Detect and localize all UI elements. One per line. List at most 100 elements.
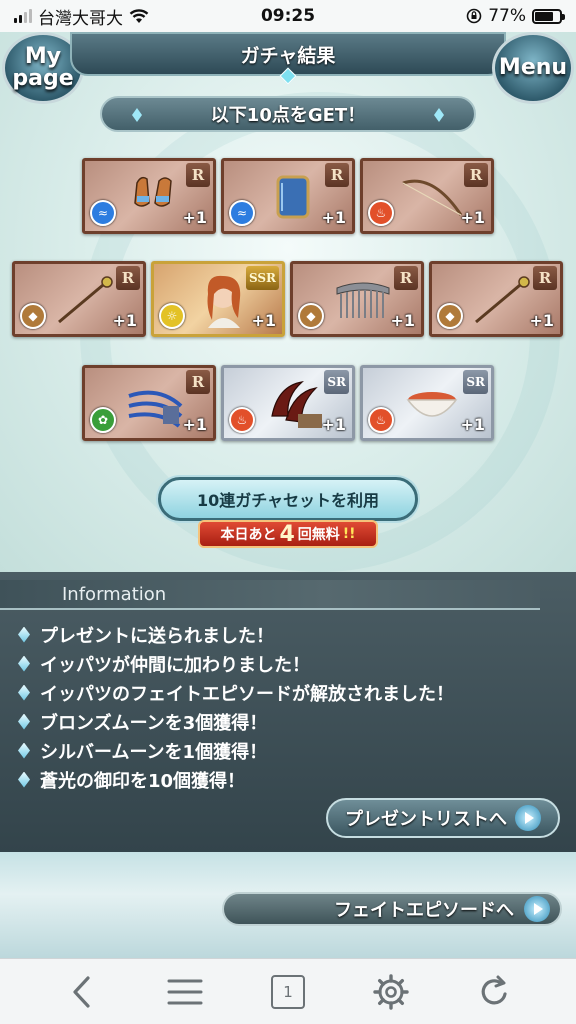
menu-button[interactable]: Menu xyxy=(492,32,574,104)
information-list: プレゼントに送られました！ イッパツが仲間に加わりました！ イッパツのフェイトエ… xyxy=(18,620,454,794)
item-quantity: +1 xyxy=(321,208,346,227)
page-title: ガチャ結果 xyxy=(240,44,336,67)
item-quantity: +1 xyxy=(182,208,207,227)
talons-icon xyxy=(271,381,322,428)
item-card-claw[interactable]: R ✿ +1 xyxy=(82,365,216,441)
bowl-icon xyxy=(406,392,458,417)
carrier-name: 台灣大哥大 xyxy=(38,8,123,29)
wifi-icon xyxy=(129,9,149,23)
arrow-right-icon xyxy=(515,805,541,831)
rarity-badge: R xyxy=(186,163,210,187)
item-quantity: +1 xyxy=(529,311,554,330)
status-bar: 台灣大哥大 09:25 77% xyxy=(0,0,576,32)
item-quantity: +1 xyxy=(460,415,485,434)
rotation-lock-icon xyxy=(466,8,482,24)
gear-icon xyxy=(373,973,409,1010)
free-count: 4 xyxy=(279,521,295,547)
rarity-badge: R xyxy=(186,370,210,394)
gem-icon xyxy=(434,108,444,122)
staff-icon xyxy=(58,276,113,324)
rarity-badge: SR xyxy=(463,370,488,394)
item-quantity: +1 xyxy=(321,415,346,434)
arrow-right-icon xyxy=(524,896,550,922)
back-button[interactable] xyxy=(57,967,107,1017)
bow-icon xyxy=(402,179,463,216)
item-card-bowl[interactable]: SR ♨ +1 xyxy=(360,365,494,441)
menu-list-button[interactable] xyxy=(160,967,210,1017)
use-10-gacha-set-button[interactable]: 10連ガチャセットを利用 xyxy=(158,477,418,521)
list-item: シルバームーンを1個獲得！ xyxy=(18,736,454,765)
item-quantity: +1 xyxy=(112,311,137,330)
claw-icon xyxy=(128,390,183,428)
rarity-badge: R xyxy=(394,266,418,290)
status-left: 台灣大哥大 xyxy=(14,4,214,29)
earth-element-icon: ◆ xyxy=(437,303,463,329)
information-header: Information xyxy=(0,580,540,610)
gem-icon xyxy=(132,108,142,122)
reload-button[interactable] xyxy=(469,967,519,1017)
fate-episode-label: フェイトエピソードへ xyxy=(334,900,514,921)
list-item: 蒼光の御印を10個獲得！ xyxy=(18,765,454,794)
item-card-comb[interactable]: R ◆ +1 xyxy=(290,261,424,337)
item-card-bow[interactable]: R ♨ +1 xyxy=(360,158,494,234)
present-list-label: プレゼントリストへ xyxy=(345,809,507,830)
reload-icon xyxy=(481,975,507,1004)
free-exclaim: !! xyxy=(342,526,356,542)
water-element-icon: ≈ xyxy=(90,200,116,226)
header-diamond-icon xyxy=(279,67,297,85)
present-list-button[interactable]: プレゼントリストへ xyxy=(326,798,560,838)
item-card-talons[interactable]: SR ♨ +1 xyxy=(221,365,355,441)
battery-icon xyxy=(532,8,565,24)
browser-toolbar: 1 xyxy=(0,958,576,1024)
status-time: 09:25 xyxy=(260,6,316,26)
info-message: 蒼光の御印を10個獲得！ xyxy=(40,770,246,792)
earth-element-icon: ◆ xyxy=(298,303,324,329)
item-card-character[interactable]: SSR ☼ +1 xyxy=(151,261,285,337)
info-message: イッパツのフェイトエピソードが解放されました！ xyxy=(40,683,454,705)
item-quantity: +1 xyxy=(390,311,415,330)
fate-episode-button[interactable]: フェイトエピソードへ xyxy=(222,892,562,926)
information-title: Information xyxy=(62,584,167,605)
fire-element-icon: ♨ xyxy=(229,407,255,433)
header-bar: ガチャ結果 xyxy=(70,32,506,85)
tabs-button[interactable]: 1 xyxy=(263,967,313,1017)
list-item: イッパツのフェイトエピソードが解放されました！ xyxy=(18,678,454,707)
item-quantity: +1 xyxy=(182,415,207,434)
info-message: プレゼントに送られました！ xyxy=(40,625,274,647)
free-prefix: 本日あと xyxy=(220,527,277,543)
signal-icon xyxy=(14,9,32,23)
diamond-bullet-icon xyxy=(18,742,30,759)
item-card-shield[interactable]: R ≈ +1 xyxy=(221,158,355,234)
rarity-badge: SSR xyxy=(245,266,279,290)
rarity-badge: R xyxy=(533,266,557,290)
get-banner: 以下10点をGET！ xyxy=(100,96,476,132)
settings-button[interactable] xyxy=(366,967,416,1017)
lower-area: フェイトエピソードへ xyxy=(0,852,576,958)
battery-percent: 77% xyxy=(488,6,526,26)
item-card-staff[interactable]: R ◆ +1 xyxy=(429,261,563,337)
list-item: イッパツが仲間に加わりました！ xyxy=(18,649,454,678)
wind-element-icon: ✿ xyxy=(90,407,116,433)
rarity-badge: R xyxy=(325,163,349,187)
light-element-icon: ☼ xyxy=(159,303,185,329)
chevron-left-icon xyxy=(72,975,90,1008)
fire-element-icon: ♨ xyxy=(368,200,394,226)
info-message: ブロンズムーンを3個獲得！ xyxy=(40,712,268,734)
get-banner-text: 以下10点をGET！ xyxy=(210,105,366,126)
tab-count: 1 xyxy=(270,974,305,1009)
info-message: イッパツが仲間に加わりました！ xyxy=(40,654,310,676)
diamond-bullet-icon xyxy=(18,655,30,672)
free-count-badge: 本日あと 4 回無料 !! xyxy=(198,520,378,548)
diamond-bullet-icon xyxy=(18,626,30,643)
battery-fill xyxy=(535,11,554,21)
free-suffix: 回無料 xyxy=(297,527,340,543)
diamond-bullet-icon xyxy=(18,713,30,730)
item-quantity: +1 xyxy=(251,311,276,330)
item-card-gauntlets[interactable]: R ≈ +1 xyxy=(82,158,216,234)
earth-element-icon: ◆ xyxy=(20,303,46,329)
item-quantity: +1 xyxy=(460,208,485,227)
list-item: ブロンズムーンを3個獲得！ xyxy=(18,707,454,736)
info-message: シルバームーンを1個獲得！ xyxy=(40,741,268,763)
item-card-staff[interactable]: R ◆ +1 xyxy=(12,261,146,337)
diamond-bullet-icon xyxy=(18,771,30,788)
